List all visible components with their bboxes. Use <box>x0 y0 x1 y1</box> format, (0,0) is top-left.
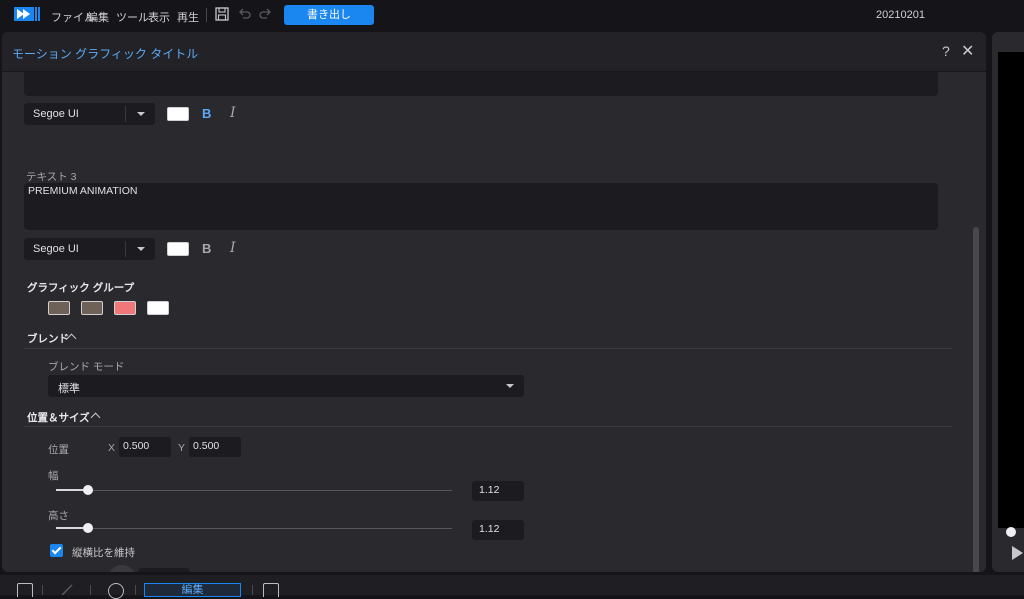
width-slider-handle[interactable] <box>83 485 93 495</box>
position-x-input[interactable]: 0.500 <box>119 437 171 457</box>
toolbar-divider <box>135 585 136 595</box>
menu-edit[interactable]: 編集 <box>87 9 109 25</box>
text-input-3[interactable]: PREMIUM ANIMATION <box>24 183 938 230</box>
playback-scrubber-handle[interactable] <box>1006 527 1016 537</box>
app-logo-icon <box>14 7 40 21</box>
scrollbar[interactable] <box>973 227 979 572</box>
preview-panel <box>992 32 1024 572</box>
dialog-content: Segoe UI B I テキスト 3 PREMIUM ANIMATION Se… <box>2 72 986 572</box>
chevron-down-icon <box>137 247 145 251</box>
keep-aspect-label: 縦横比を維持 <box>72 547 135 559</box>
position-y-input[interactable]: 0.500 <box>189 437 241 457</box>
width-slider-track[interactable] <box>56 490 452 491</box>
rotation-dial[interactable] <box>108 565 136 572</box>
text-color-swatch-3[interactable] <box>167 242 189 256</box>
width-input[interactable]: 1.12 <box>472 481 524 501</box>
dialog-title: モーション グラフィック タイトル <box>12 47 199 61</box>
close-button[interactable]: ✕ <box>961 41 974 61</box>
height-label: 高さ <box>48 510 69 522</box>
height-input[interactable]: 1.12 <box>472 520 524 540</box>
help-button[interactable]: ? <box>942 43 950 59</box>
redo-icon[interactable] <box>259 7 273 21</box>
brush-icon[interactable] <box>60 583 76 595</box>
italic-button-2[interactable]: I <box>230 105 236 121</box>
menu-play[interactable]: 再生 <box>177 9 199 25</box>
rotation-input[interactable]: 0 <box>138 568 190 572</box>
effects-icon[interactable] <box>108 583 124 599</box>
blend-mode-value: 標準 <box>58 383 80 395</box>
y-label: Y <box>178 442 186 454</box>
save-icon[interactable] <box>215 7 229 21</box>
toolbar-divider <box>252 585 253 595</box>
blend-mode-label: ブレンド モード <box>48 361 125 373</box>
keep-aspect-checkbox[interactable] <box>50 544 63 557</box>
menu-tools[interactable]: ツール <box>116 9 149 25</box>
italic-button-3[interactable]: I <box>230 240 236 256</box>
graphic-color-swatch-3[interactable] <box>114 301 136 315</box>
chevron-down-icon <box>506 384 514 388</box>
select-divider <box>125 106 126 122</box>
bold-button-2[interactable]: B <box>202 106 211 121</box>
play-icon[interactable] <box>1012 546 1023 560</box>
text-input-2[interactable] <box>24 72 938 96</box>
text-color-swatch-2[interactable] <box>167 107 189 121</box>
font-select-label: Segoe UI <box>33 108 79 120</box>
menu-view[interactable]: 表示 <box>148 9 170 25</box>
bottom-toolbar: 編集 <box>0 575 1024 599</box>
font-select-3[interactable]: Segoe UI <box>24 238 155 260</box>
position-label: 位置 <box>48 444 69 456</box>
blend-section-title[interactable]: ブレンド <box>27 331 69 346</box>
section-divider <box>24 426 952 427</box>
text-3-label: テキスト 3 <box>26 171 77 183</box>
graphic-color-swatch-4[interactable] <box>147 301 169 315</box>
blend-mode-select[interactable]: 標準 <box>48 375 524 397</box>
project-name: 20210201 <box>876 9 925 21</box>
font-select-2[interactable]: Segoe UI <box>24 103 155 125</box>
font-select-label: Segoe UI <box>33 243 79 255</box>
menu-bar: ファイル 編集 ツール 表示 再生 書き出し 20210201 <box>0 0 1024 30</box>
chevron-down-icon <box>137 112 145 116</box>
select-divider <box>125 241 126 257</box>
bold-button-3[interactable]: B <box>202 241 211 256</box>
menu-divider <box>206 8 207 22</box>
dialog-header: モーション グラフィック タイトル ? ✕ <box>2 32 986 72</box>
height-slider-track[interactable] <box>56 528 452 529</box>
toolbar-divider <box>42 585 43 595</box>
width-label: 幅 <box>48 470 59 482</box>
graphic-color-swatch-1[interactable] <box>48 301 70 315</box>
x-label: X <box>108 442 116 454</box>
toolbar-divider <box>90 585 91 595</box>
preview-screen <box>998 52 1024 528</box>
height-slider-handle[interactable] <box>83 523 93 533</box>
export-button[interactable]: 書き出し <box>284 5 374 25</box>
section-divider <box>24 348 952 349</box>
chevron-up-icon[interactable] <box>90 412 101 423</box>
undo-icon[interactable] <box>237 7 251 21</box>
motion-graphic-title-dialog: モーション グラフィック タイトル ? ✕ Segoe UI B I テキスト … <box>2 32 986 572</box>
graphic-color-swatch-2[interactable] <box>81 301 103 315</box>
position-size-title[interactable]: 位置＆サイズ <box>27 410 90 425</box>
graphic-group-title: グラフィック グループ <box>27 282 135 294</box>
